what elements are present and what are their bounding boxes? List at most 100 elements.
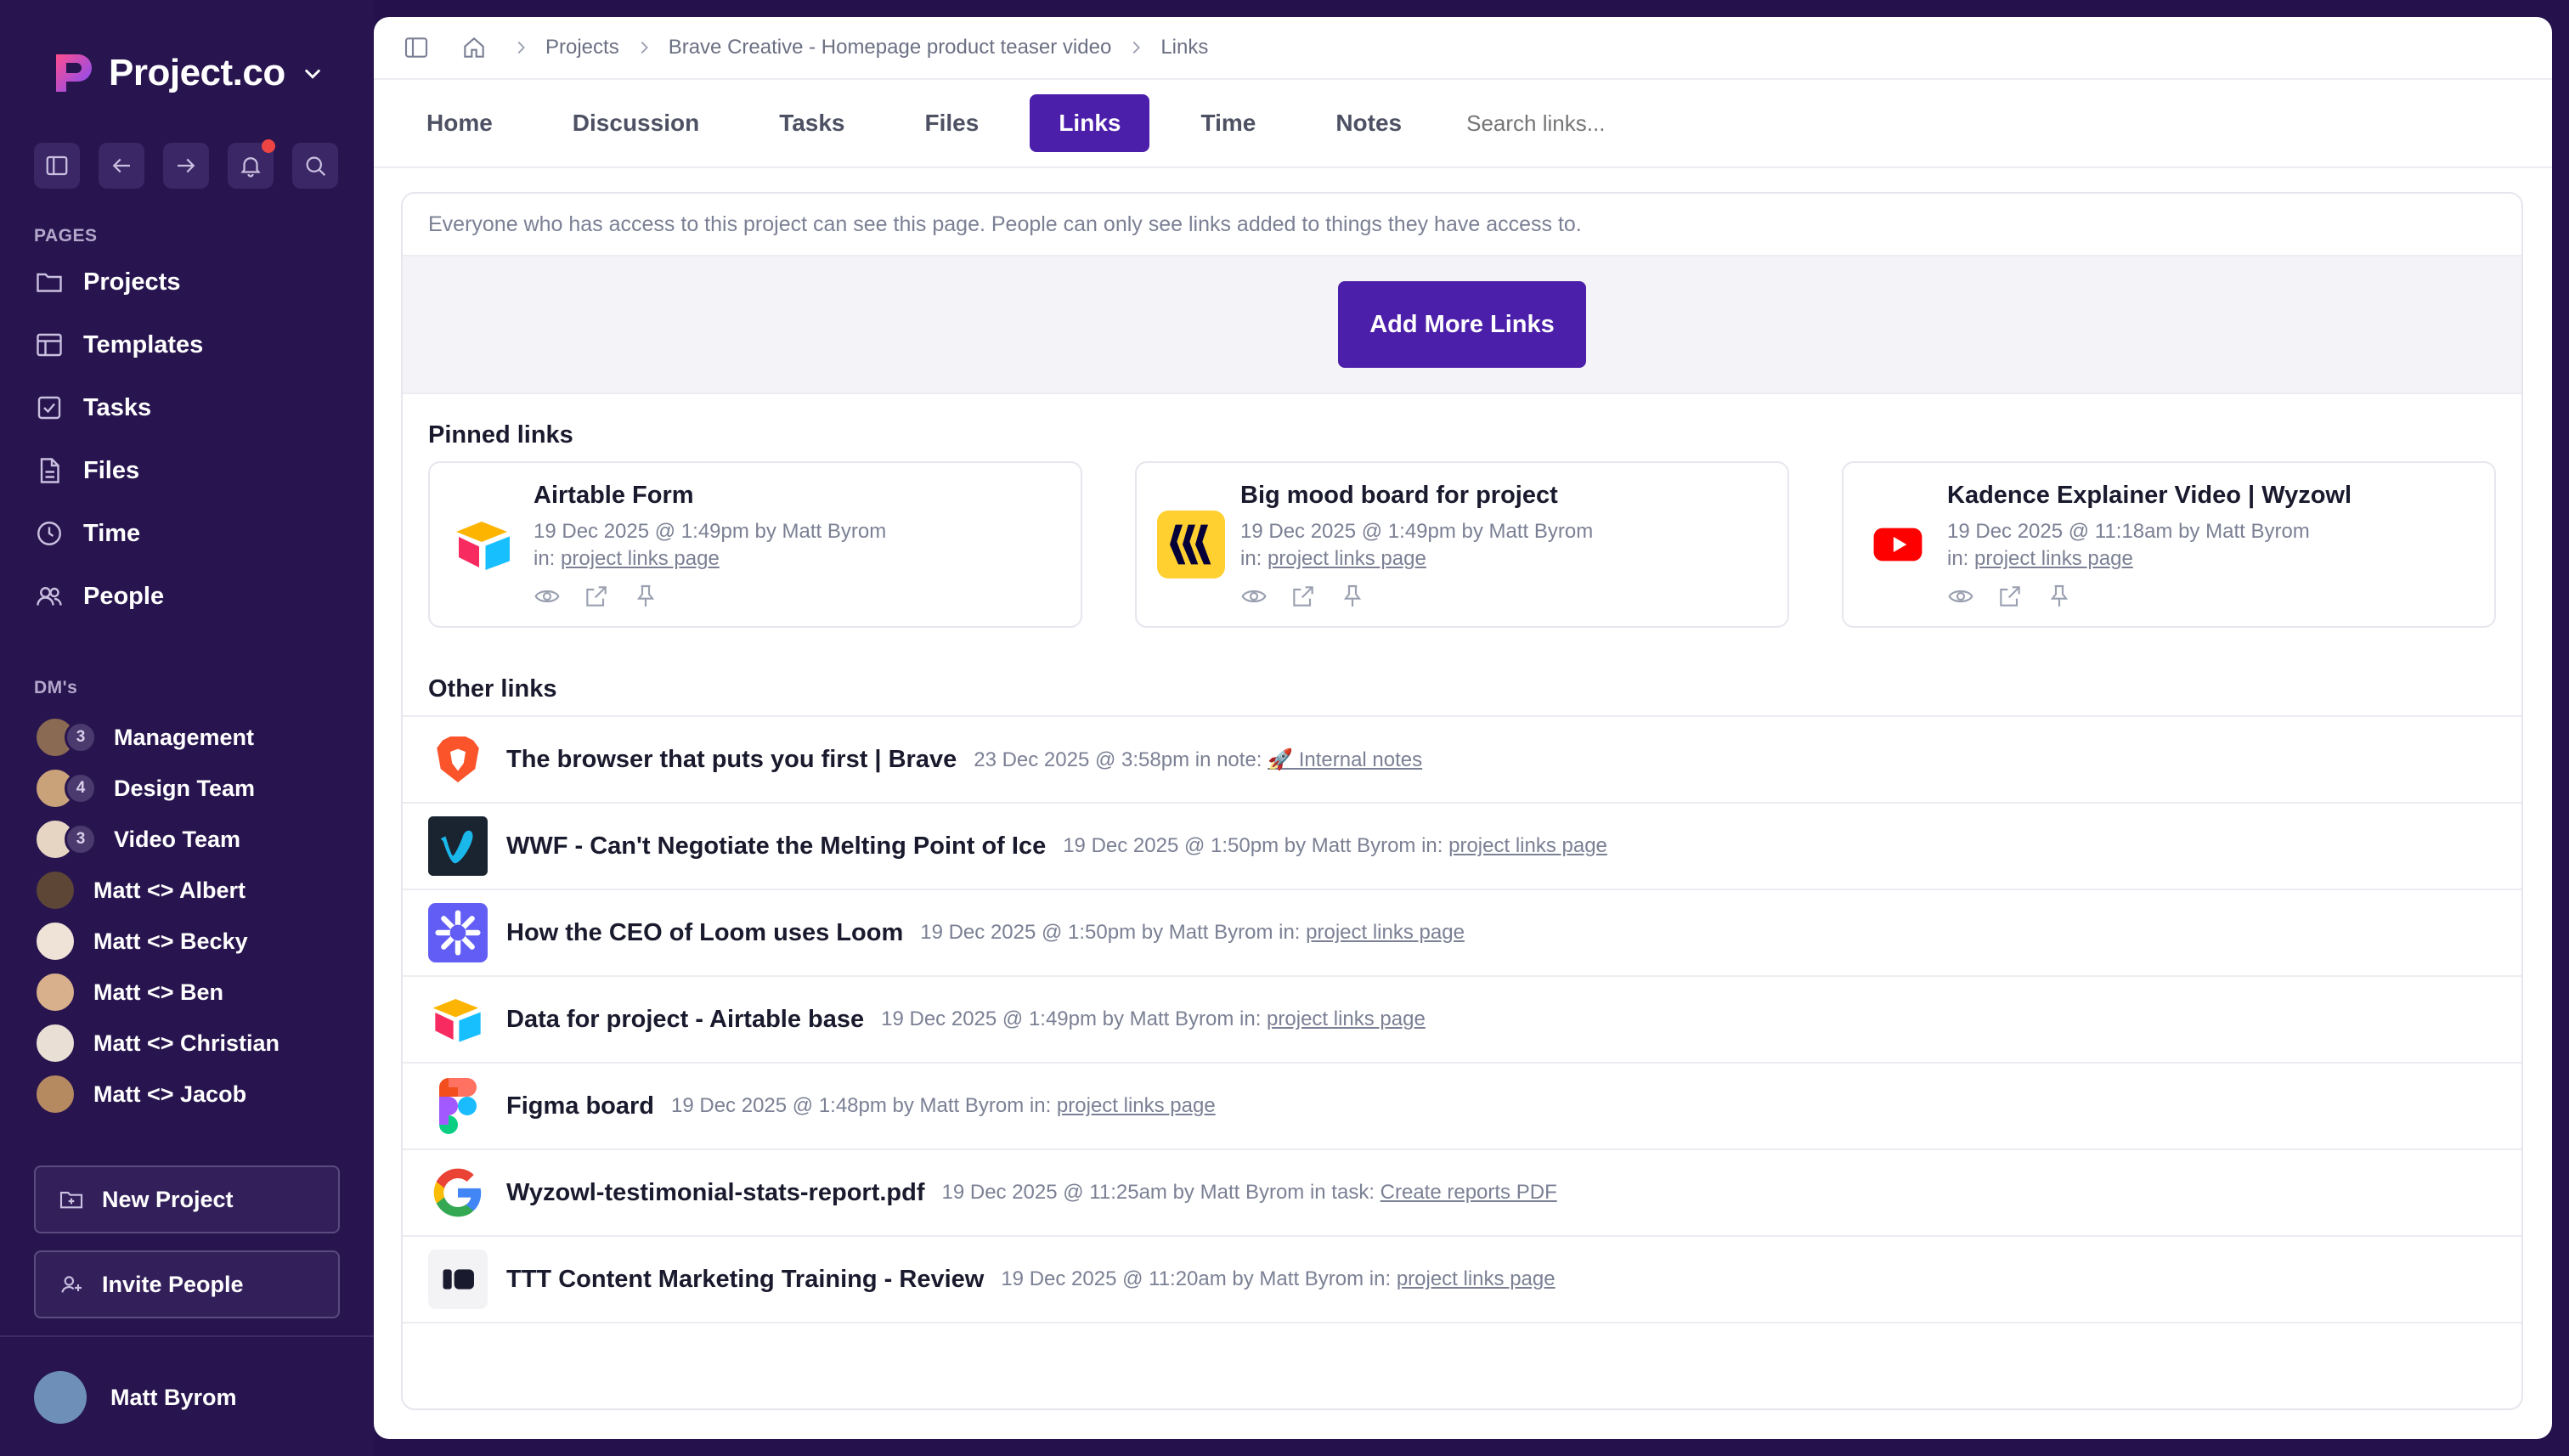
- current-user[interactable]: Matt Byrom: [34, 1371, 237, 1424]
- tab-home[interactable]: Home: [398, 94, 522, 152]
- dm-item-management[interactable]: 3 Management: [34, 715, 254, 759]
- tab-notes[interactable]: Notes: [1307, 94, 1431, 152]
- toggle-sidebar-button[interactable]: [34, 143, 80, 189]
- notifications-button[interactable]: [228, 139, 275, 189]
- link-title[interactable]: The browser that puts you first | Brave: [506, 746, 957, 774]
- breadcrumb-projects[interactable]: Projects: [545, 36, 619, 59]
- dm-item-ben[interactable]: Matt <> Ben: [34, 970, 223, 1014]
- list-item[interactable]: WWF - Can't Negotiate the Melting Point …: [403, 804, 2521, 890]
- location-link[interactable]: 🚀 Internal notes: [1268, 748, 1422, 771]
- pinned-link-title[interactable]: Airtable Form: [534, 482, 886, 510]
- location-link[interactable]: project links page: [1974, 547, 2133, 570]
- folder-plus-icon: [59, 1191, 83, 1209]
- dm-item-becky[interactable]: Matt <> Becky: [34, 919, 248, 963]
- location-link[interactable]: project links page: [1306, 921, 1465, 944]
- link-title[interactable]: TTT Content Marketing Training - Review: [506, 1266, 984, 1294]
- dm-item-albert[interactable]: Matt <> Albert: [34, 868, 246, 912]
- list-item[interactable]: The browser that puts you first | Brave …: [403, 717, 2521, 804]
- sidebar-item-files[interactable]: Files: [34, 450, 139, 491]
- link-title[interactable]: Wyzowl-testimonial-stats-report.pdf: [506, 1179, 925, 1207]
- location-link[interactable]: project links page: [1397, 1267, 1556, 1290]
- location-link[interactable]: project links page: [1268, 547, 1426, 570]
- main-panel: Projects Brave Creative - Homepage produ…: [374, 17, 2552, 1439]
- avatar: [34, 920, 76, 962]
- dm-label: Matt <> Albert: [93, 877, 246, 903]
- dm-item-jacob[interactable]: Matt <> Jacob: [34, 1072, 246, 1116]
- pinned-link-card[interactable]: Airtable Form 19 Dec 2025 @ 1:49pm by Ma…: [428, 461, 1082, 628]
- link-title[interactable]: WWF - Can't Negotiate the Melting Point …: [506, 832, 1046, 861]
- pinned-link-meta: 19 Dec 2025 @ 11:18am by Matt Byrom: [1947, 520, 2310, 543]
- list-item[interactable]: How the CEO of Loom uses Loom 19 Dec 202…: [403, 890, 2521, 977]
- tab-files[interactable]: Files: [896, 94, 1008, 152]
- clock-icon: [37, 522, 61, 545]
- arrow-right-icon: [178, 158, 195, 173]
- breadcrumb-project[interactable]: Brave Creative - Homepage product teaser…: [669, 36, 1112, 59]
- dm-label: Matt <> Jacob: [93, 1081, 247, 1107]
- search-links-input[interactable]: [1466, 110, 1722, 137]
- list-item[interactable]: TTT Content Marketing Training - Review …: [403, 1237, 2521, 1323]
- pinned-link-actions: [1240, 583, 1593, 610]
- sidebar-item-tasks[interactable]: Tasks: [34, 387, 151, 428]
- pinned-link-card[interactable]: Big mood board for project 19 Dec 2025 @…: [1135, 461, 1789, 628]
- pinned-links: Airtable Form 19 Dec 2025 @ 1:49pm by Ma…: [428, 461, 2496, 628]
- pin-icon[interactable]: [632, 583, 659, 610]
- pinned-link-location: in: project links page: [1240, 547, 1593, 571]
- list-item[interactable]: Wyzowl-testimonial-stats-report.pdf 19 D…: [403, 1150, 2521, 1237]
- sidebar-item-templates[interactable]: Templates: [34, 324, 203, 365]
- link-title[interactable]: Data for project - Airtable base: [506, 1006, 864, 1034]
- dm-item-christian[interactable]: Matt <> Christian: [34, 1021, 279, 1065]
- pin-icon[interactable]: [2046, 583, 2073, 610]
- tab-links[interactable]: Links: [1030, 94, 1150, 152]
- location-link[interactable]: project links page: [1267, 1007, 1426, 1030]
- new-project-button[interactable]: New Project: [34, 1165, 340, 1233]
- link-title[interactable]: How the CEO of Loom uses Loom: [506, 919, 903, 947]
- link-title[interactable]: Figma board: [506, 1092, 654, 1120]
- airtable-icon: [428, 990, 488, 1049]
- external-link-icon[interactable]: [583, 583, 610, 610]
- user-name: Matt Byrom: [110, 1384, 237, 1410]
- sidebar-item-projects[interactable]: Projects: [34, 262, 180, 302]
- sidebar-item-label: Files: [83, 456, 140, 484]
- sidebar-item-people[interactable]: People: [34, 576, 164, 617]
- eye-icon[interactable]: [534, 583, 561, 610]
- back-button[interactable]: [99, 143, 144, 189]
- pinned-link-title[interactable]: Big mood board for project: [1240, 482, 1593, 510]
- invite-people-label: Invite People: [102, 1271, 244, 1297]
- project-co-logo-icon: [56, 54, 92, 92]
- external-link-icon[interactable]: [1290, 583, 1317, 610]
- dm-item-video-team[interactable]: 3 Video Team: [34, 817, 240, 861]
- tab-tasks[interactable]: Tasks: [750, 94, 873, 152]
- pinned-link-title[interactable]: Kadence Explainer Video | Wyzowl: [1947, 482, 2352, 510]
- list-item[interactable]: Data for project - Airtable base 19 Dec …: [403, 977, 2521, 1064]
- sidebar-item-time[interactable]: Time: [34, 513, 140, 554]
- location-link[interactable]: project links page: [561, 547, 720, 570]
- invite-people-button[interactable]: Invite People: [34, 1250, 340, 1318]
- workspace-switcher[interactable]: Project.co: [49, 49, 325, 97]
- location-link[interactable]: project links page: [1448, 834, 1607, 857]
- brave-icon: [428, 730, 488, 789]
- template-icon: [37, 333, 62, 357]
- eye-icon[interactable]: [1947, 583, 1974, 610]
- pin-icon[interactable]: [1339, 583, 1366, 610]
- dm-label: Matt <> Christian: [93, 1030, 280, 1056]
- breadcrumb: Projects Brave Creative - Homepage produ…: [374, 17, 2552, 80]
- dm-item-design-team[interactable]: 4 Design Team: [34, 766, 255, 810]
- tab-time[interactable]: Time: [1172, 94, 1284, 152]
- location-link[interactable]: Create reports PDF: [1380, 1181, 1557, 1204]
- workspace-name: Project.co: [109, 52, 285, 93]
- list-item[interactable]: Figma board 19 Dec 2025 @ 1:48pm by Matt…: [403, 1064, 2521, 1150]
- add-more-links-button[interactable]: Add More Links: [1338, 281, 1586, 368]
- search-button[interactable]: [292, 143, 338, 189]
- home-icon[interactable]: [460, 34, 488, 61]
- avatar: [34, 1022, 76, 1064]
- sidebar-panel-icon[interactable]: [403, 34, 430, 61]
- airtable-icon: [450, 511, 518, 578]
- location-link[interactable]: project links page: [1057, 1094, 1216, 1117]
- eye-icon[interactable]: [1240, 583, 1268, 610]
- pinned-link-card[interactable]: Kadence Explainer Video | Wyzowl 19 Dec …: [1842, 461, 2496, 628]
- folder-icon: [37, 273, 62, 292]
- member-count-badge: 4: [65, 772, 97, 804]
- forward-button[interactable]: [163, 143, 209, 189]
- tab-discussion[interactable]: Discussion: [544, 94, 728, 152]
- external-link-icon[interactable]: [1996, 583, 2024, 610]
